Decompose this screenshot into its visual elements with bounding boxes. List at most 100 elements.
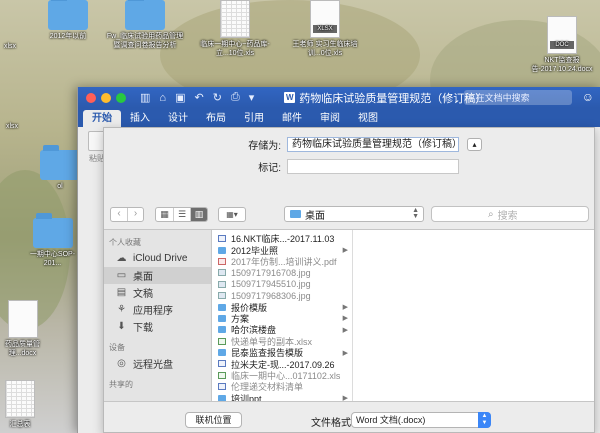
file-name: 1509717968306.jpg	[231, 290, 311, 301]
smiley-feedback-icon[interactable]: ☺	[582, 90, 594, 104]
document-icon: DOC	[547, 16, 577, 54]
tab-view[interactable]: 视图	[349, 110, 387, 127]
window-controls	[86, 92, 126, 103]
documents-icon: ▤	[116, 287, 127, 298]
file-row[interactable]: 培训ppt ▶	[212, 392, 352, 401]
folder-icon	[218, 303, 226, 311]
sidebar-item-icloud[interactable]: ☁ iCloud Drive	[104, 250, 211, 267]
file-row[interactable]: 1509717916708.jpg	[212, 267, 352, 278]
applications-icon: ⚘	[117, 304, 126, 315]
sidebar-item-desktop[interactable]: ▭ 桌面	[104, 267, 211, 284]
minimize-button[interactable]	[101, 92, 111, 103]
shared-header: 共享的	[109, 380, 133, 389]
tab-layout[interactable]: 布局	[197, 110, 235, 127]
tags-input[interactable]	[287, 159, 459, 174]
tab-design[interactable]: 设计	[159, 110, 197, 127]
tab-references[interactable]: 引用	[235, 110, 273, 127]
file-icon	[218, 337, 226, 345]
redo-icon[interactable]: ↻	[213, 91, 222, 104]
dialog-search-input[interactable]: ⌕ 搜索	[431, 206, 589, 222]
close-button[interactable]	[86, 92, 96, 103]
more-icon[interactable]: ▾	[249, 91, 255, 104]
home-icon[interactable]: ⌂	[159, 92, 166, 104]
sidebar-item-documents[interactable]: ▤ 文稿	[104, 284, 211, 301]
folder-icon	[218, 246, 226, 254]
navigation-buttons: ‹ ›	[110, 207, 144, 222]
title-bar: ▥ ⌂ ▣ ↶ ↻ ⎙ ▾ W 药物临床试验质量管理规范（修订稿） ⌕ 在文档中…	[78, 87, 600, 108]
file-name: 2017年仿制...培训讲义.pdf	[231, 256, 337, 267]
desktop-file[interactable]: 临床一期中心~药品库-立...10位.xls	[195, 0, 275, 58]
word-document-icon: W	[284, 92, 296, 103]
file-name: 1509717945510.jpg	[231, 279, 311, 290]
file-row[interactable]: 2017年仿制...培训讲义.pdf	[212, 256, 352, 267]
zoom-button[interactable]	[116, 92, 126, 103]
chevron-right-icon: ▶	[342, 326, 348, 334]
dialog-bottom-bar: 联机位置 文件格式: Word 文档(.docx) ▲ ▼	[104, 403, 594, 433]
file-icon	[218, 371, 226, 379]
desktop-file[interactable]: 汇总表	[0, 380, 40, 429]
document-title: W 药物临床试验质量管理规范（修订稿）	[284, 92, 487, 105]
document-search[interactable]: ⌕ 在文档中搜索	[464, 90, 572, 105]
folder-icon	[218, 394, 226, 401]
file-browser: 个人收藏 ☁ iCloud Drive ▭ 桌面 ▤ 文稿 ⚘ 应用程序 ⬇ 下载 设备 …	[104, 229, 594, 402]
file-row[interactable]: 1509717945510.jpg	[212, 279, 352, 290]
dialog-sidebar: 个人收藏 ☁ iCloud Drive ▭ 桌面 ▤ 文稿 ⚘ 应用程序 ⬇ 下载 设备 …	[104, 230, 212, 401]
folder-icon	[218, 326, 226, 334]
preview-column	[353, 230, 594, 401]
tab-review[interactable]: 审阅	[311, 110, 349, 127]
word-window: ▥ ⌂ ▣ ↶ ↻ ⎙ ▾ W 药物临床试验质量管理规范（修订稿） ⌕ 在文档中…	[77, 87, 600, 433]
print-icon[interactable]: ⎙	[231, 91, 240, 104]
disc-icon: ◎	[117, 358, 126, 369]
favorites-header: 个人收藏	[109, 238, 141, 247]
tab-home[interactable]: 开始	[83, 110, 121, 127]
save-as-input[interactable]: 药物临床试验质量管理规范（修订稿）	[287, 137, 462, 152]
file-icon	[218, 360, 226, 368]
folder-icon	[290, 210, 301, 218]
file-format-select[interactable]: Word 文档(.docx) ▲ ▼	[351, 412, 491, 428]
back-icon[interactable]: ‹	[111, 208, 127, 221]
forward-icon[interactable]: ›	[127, 208, 143, 221]
file-name: 1509717916708.jpg	[231, 267, 311, 278]
tab-mailings[interactable]: 邮件	[273, 110, 311, 127]
dialog-toolbar: ‹ › ▦ ☰ ▥ ▦▾ 桌面 ▲ ▼ ⌕ 搜索	[104, 201, 594, 227]
desktop-folder[interactable]: Fw_临床试验用药品管理暨调查问卷报告分析	[105, 0, 185, 50]
undo-icon[interactable]: ↶	[194, 91, 203, 104]
sidebar-item-remote-disc[interactable]: ◎ 远程光盘	[104, 355, 211, 372]
desktop-folder[interactable]: 2012年以前	[38, 0, 98, 41]
save-icon[interactable]: ▣	[175, 91, 185, 104]
desktop-folder[interactable]: 一期中心SOP-201...	[25, 213, 80, 268]
icon-view-icon[interactable]: ▦	[156, 208, 173, 221]
location-select[interactable]: 桌面 ▲ ▼	[284, 206, 424, 222]
folder-icon	[48, 0, 88, 30]
desktop-folder[interactable]: ol	[40, 145, 80, 191]
file-icon	[218, 257, 226, 265]
devices-header: 设备	[109, 343, 125, 352]
sidebar-item-applications[interactable]: ⚘ 应用程序	[104, 301, 211, 318]
chevron-right-icon: ▶	[342, 315, 348, 323]
list-view-icon[interactable]: ☰	[173, 208, 190, 221]
desktop-file[interactable]: XLSX 王老师 实习生临床培训...0位.xls	[285, 0, 365, 58]
expand-dialog-button[interactable]: ▴	[467, 138, 482, 151]
file-icon	[218, 383, 226, 391]
file-icon	[218, 292, 226, 300]
desktop-file[interactable]: DOC NKT监查报告-2017.10.24.docx	[526, 16, 598, 74]
file-icon	[218, 269, 226, 277]
sidebar-toggle-icon[interactable]: ▥	[140, 91, 150, 104]
arrange-button[interactable]: ▦▾	[218, 207, 246, 222]
chevron-right-icon: ▶	[342, 304, 348, 312]
file-list: 16.NKT临床...-2017.11.03 2012毕业照 ▶ 2017年仿制...…	[212, 230, 353, 401]
desktop-file[interactable]: 药品质量管理...docx	[0, 300, 45, 358]
tags-header: 标记	[104, 392, 211, 401]
tags-label: 标记:	[258, 163, 281, 174]
folder-icon	[218, 314, 226, 322]
spreadsheet-icon	[220, 0, 250, 38]
sidebar-item-downloads[interactable]: ⬇ 下载	[104, 318, 211, 335]
cloud-icon: ☁	[116, 253, 127, 264]
chevron-right-icon: ▶	[342, 247, 348, 255]
tags-row: 标记:	[241, 159, 459, 174]
column-view-icon[interactable]: ▥	[190, 208, 207, 221]
spreadsheet-icon: XLSX	[310, 0, 340, 38]
tab-insert[interactable]: 插入	[121, 110, 159, 127]
desktop-file-label: xlsx	[5, 123, 19, 130]
online-locations-button[interactable]: 联机位置	[185, 412, 242, 428]
